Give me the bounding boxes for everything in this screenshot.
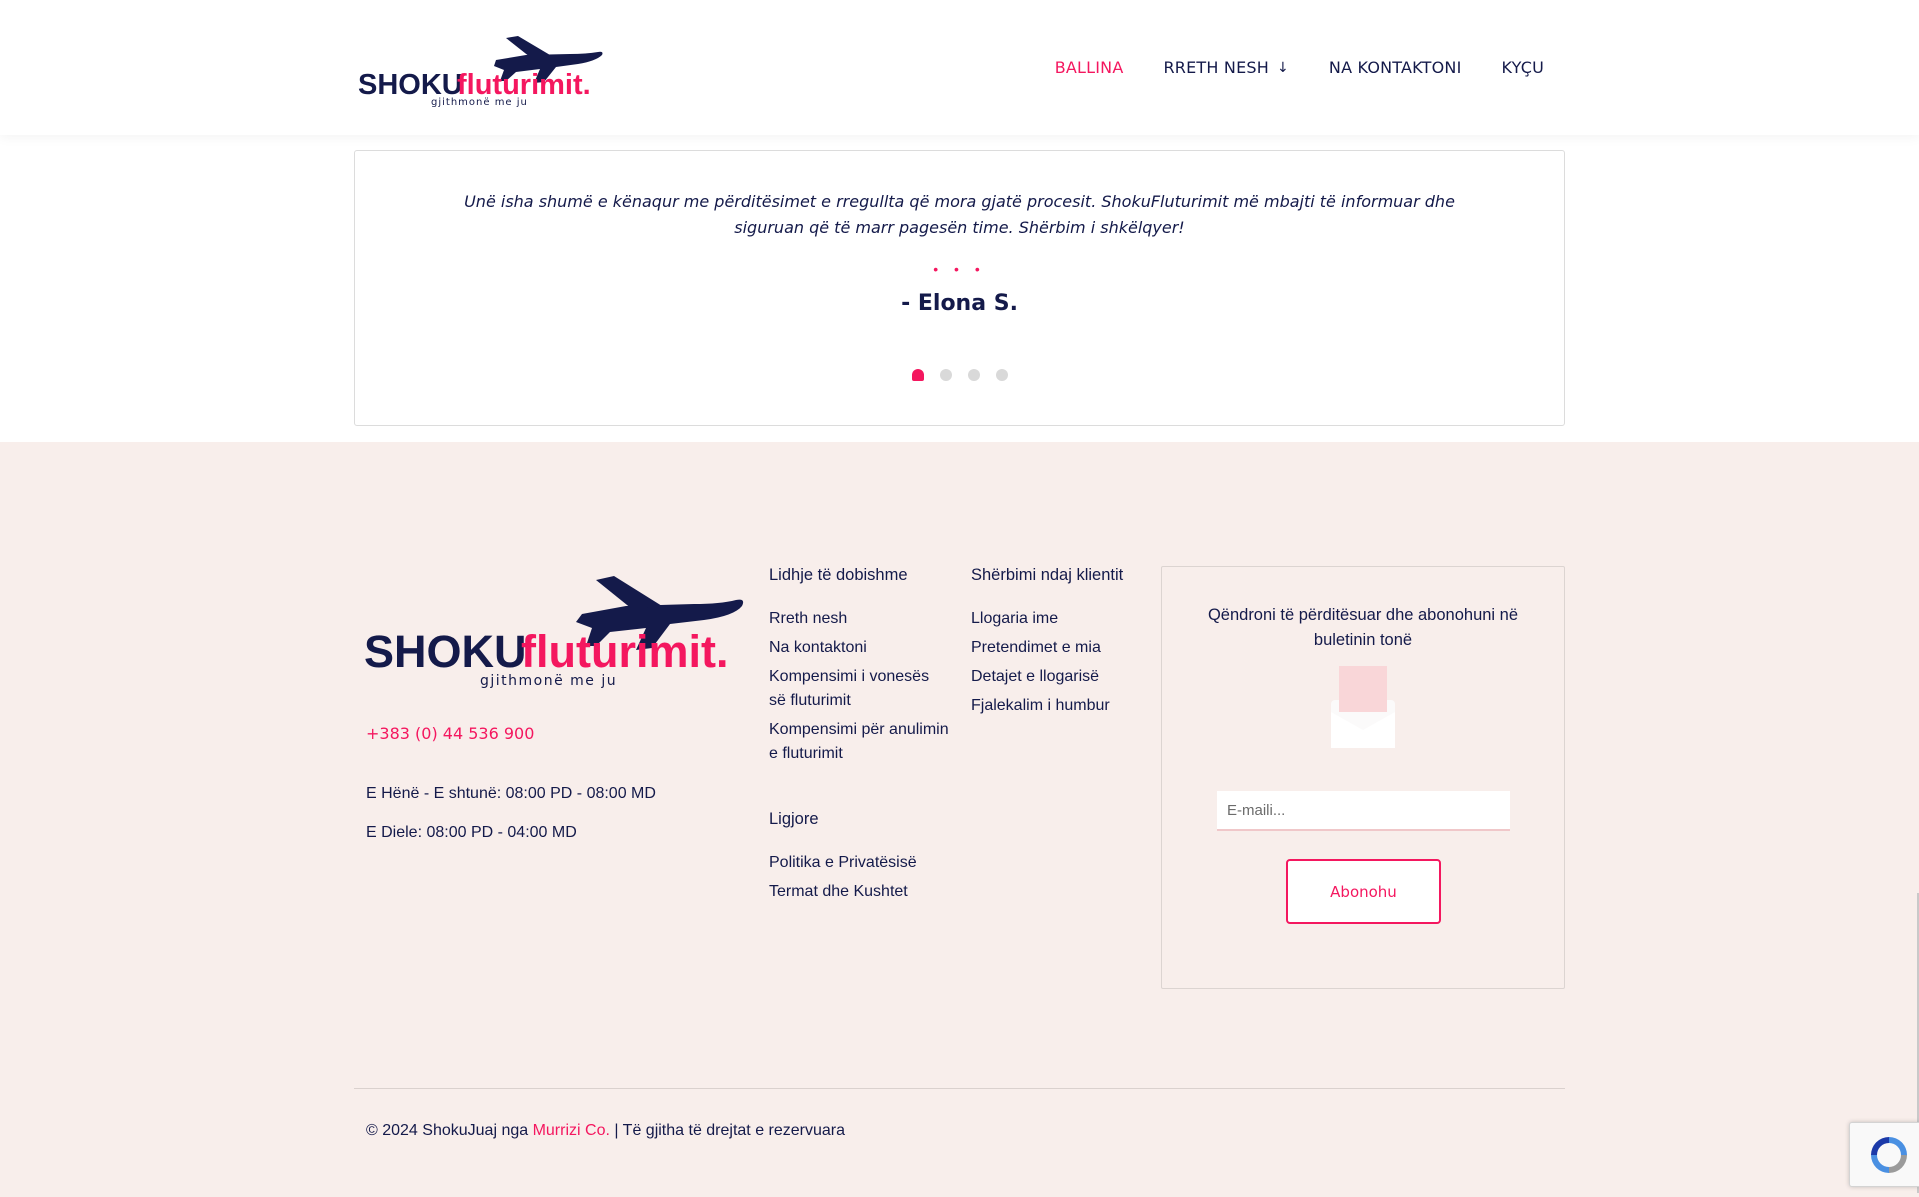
decoration-dots: • • • [933,261,986,277]
nav-item-kycu[interactable]: KYÇU [1501,58,1544,77]
email-input[interactable] [1217,791,1510,831]
main-nav: BALLINA RRETH NESH ↓ NA KONTAKTONI KYÇU [1055,0,1544,135]
footer-link-na-kontaktoni[interactable]: Na kontaktoni [769,636,949,660]
useful-links-column: Lidhje të dobishme Rreth nesh Na kontakt… [769,566,949,771]
svg-text:gjithmonë me ju: gjithmonë me ju [480,673,617,689]
carousel-pagination [355,369,1564,381]
svg-text:fluturimit.: fluturimit. [521,626,728,677]
site-logo[interactable]: SHOKU fluturimit. gjithmonë me ju [356,26,606,110]
copyright-prefix: © 2024 ShokuJuaj nga [366,1122,533,1139]
svg-text:SHOKU: SHOKU [364,626,527,677]
customer-service-title: Shërbimi ndaj klientit [971,566,1124,584]
company-link[interactable]: Murrizi Co. [533,1122,610,1139]
nav-label: BALLINA [1054,58,1124,77]
legal-column: Ligjore Politika e Privatësisë Termat dh… [769,810,949,909]
carousel-dot-3[interactable] [967,369,980,381]
nav-label: NA KONTAKTONI [1328,58,1462,77]
nav-label: RRETH NESH [1163,58,1269,77]
recaptcha-icon [1871,1137,1907,1173]
useful-links-title: Lidhje të dobishme [769,566,908,584]
footer-link-lost-password[interactable]: Fjalekalim i humbur [971,694,1161,718]
nav-item-na-kontaktoni[interactable]: NA KONTAKTONI [1329,58,1462,77]
testimonial-quote: Unë isha shumë e kënaqur me përditësimet… [464,192,1455,237]
footer-divider [354,1088,1565,1089]
footer-logo[interactable]: SHOKU fluturimit. gjithmonë me ju [364,562,748,692]
nav-item-ballina[interactable]: BALLINA [1055,58,1124,77]
subscribe-button[interactable]: Abonohu [1286,859,1441,924]
site-footer: SHOKU fluturimit. gjithmonë me ju +383 (… [0,442,1919,1197]
footer-link-my-claims[interactable]: Pretendimet e mia [971,636,1161,660]
footer-link-my-account[interactable]: Llogaria ime [971,607,1161,631]
nav-label: KYÇU [1501,58,1544,77]
opening-hours: E Hënë - E shtunë: 08:00 PD - 08:00 MD E… [366,784,656,862]
recaptcha-badge[interactable] [1849,1122,1919,1187]
testimonial-card: Unë isha shumë e kënaqur me përditësimet… [354,150,1565,426]
envelope-icon [1331,666,1395,748]
footer-link-privacy[interactable]: Politika e Privatësisë [769,851,949,875]
footer-link-account-details[interactable]: Detajet e llogarisë [971,665,1161,689]
footer-link-delay-compensation[interactable]: Kompensimi i vonesës së fluturimit [769,665,949,713]
newsletter-box: Qëndroni të përditësuar dhe abonohuni në… [1161,566,1565,989]
phone-link[interactable]: +383 (0) 44 536 900 [366,724,534,743]
chevron-down-icon: ↓ [1276,59,1289,76]
testimonial-author: - Elona S. [901,291,1018,316]
footer-link-terms[interactable]: Termat dhe Kushtet [769,880,949,904]
copyright-suffix: | Të gjitha të drejtat e rezervuara [609,1122,846,1139]
footer-link-cancel-compensation[interactable]: Kompensimi për anulimin e fluturimit [769,718,949,766]
hours-weekdays: E Hënë - E shtunë: 08:00 PD - 08:00 MD [366,785,656,802]
hours-sunday: E Diele: 08:00 PD - 04:00 MD [366,824,577,841]
nav-item-rreth-nesh[interactable]: RRETH NESH ↓ [1163,58,1288,77]
carousel-dot-1[interactable] [911,369,924,381]
newsletter-title: Qëndroni të përditësuar dhe abonohuni në… [1207,606,1519,649]
footer-link-rreth-nesh[interactable]: Rreth nesh [769,607,949,631]
copyright: © 2024 ShokuJuaj nga Murrizi Co. | Të gj… [366,1122,845,1140]
site-header: SHOKU fluturimit. gjithmonë me ju BALLIN… [0,0,1919,135]
carousel-dot-4[interactable] [995,369,1008,381]
legal-title: Ligjore [769,810,819,828]
customer-service-column: Shërbimi ndaj klientit Llogaria ime Pret… [971,566,1161,723]
carousel-dot-2[interactable] [939,369,952,381]
svg-text:gjithmonë me ju: gjithmonë me ju [431,97,528,108]
